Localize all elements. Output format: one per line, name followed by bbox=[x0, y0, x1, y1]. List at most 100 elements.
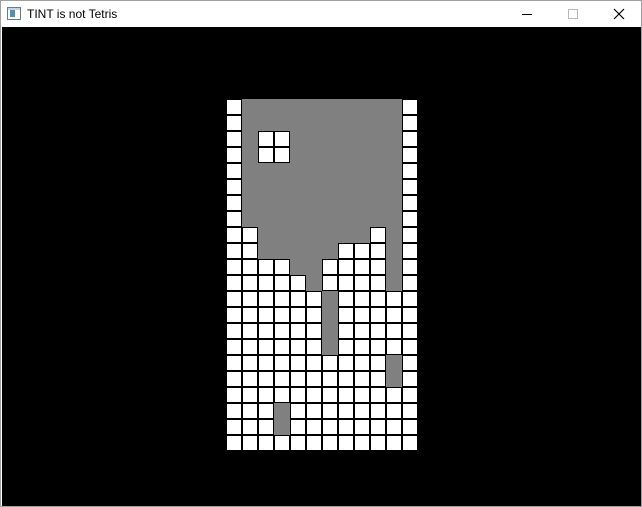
wall-block bbox=[226, 355, 242, 371]
block bbox=[370, 419, 386, 435]
block bbox=[290, 339, 306, 355]
block bbox=[338, 323, 354, 339]
block bbox=[242, 387, 258, 403]
block bbox=[354, 435, 370, 451]
block bbox=[370, 275, 386, 291]
block bbox=[306, 387, 322, 403]
minimize-button[interactable] bbox=[504, 1, 550, 27]
block bbox=[370, 355, 386, 371]
block bbox=[322, 403, 338, 419]
wall-block bbox=[402, 307, 418, 323]
block bbox=[370, 323, 386, 339]
block bbox=[290, 323, 306, 339]
block bbox=[354, 307, 370, 323]
block bbox=[274, 259, 290, 275]
block bbox=[242, 355, 258, 371]
block bbox=[386, 291, 402, 307]
wall-block bbox=[226, 403, 242, 419]
block bbox=[306, 307, 322, 323]
wall-block bbox=[402, 179, 418, 195]
wall-block bbox=[226, 419, 242, 435]
block bbox=[370, 259, 386, 275]
block bbox=[306, 339, 322, 355]
wall-block bbox=[226, 227, 242, 243]
block bbox=[386, 339, 402, 355]
block bbox=[322, 435, 338, 451]
block bbox=[258, 323, 274, 339]
block bbox=[322, 275, 338, 291]
block bbox=[306, 355, 322, 371]
block bbox=[290, 291, 306, 307]
block bbox=[258, 355, 274, 371]
block bbox=[306, 291, 322, 307]
title-bar[interactable]: TINT is not Tetris bbox=[1, 1, 641, 27]
close-button[interactable] bbox=[596, 1, 642, 27]
block bbox=[290, 419, 306, 435]
block bbox=[258, 403, 274, 419]
wall-block bbox=[226, 291, 242, 307]
block bbox=[322, 371, 338, 387]
block bbox=[338, 291, 354, 307]
block bbox=[274, 435, 290, 451]
block bbox=[338, 339, 354, 355]
block bbox=[306, 403, 322, 419]
wall-block bbox=[402, 227, 418, 243]
wall-block bbox=[226, 323, 242, 339]
block bbox=[370, 243, 386, 259]
wall-block bbox=[402, 243, 418, 259]
wall-block bbox=[226, 195, 242, 211]
block bbox=[338, 403, 354, 419]
wall-block bbox=[402, 115, 418, 131]
wall-block bbox=[402, 195, 418, 211]
block bbox=[354, 387, 370, 403]
block bbox=[258, 419, 274, 435]
block bbox=[370, 371, 386, 387]
block bbox=[354, 419, 370, 435]
block bbox=[258, 291, 274, 307]
block bbox=[242, 275, 258, 291]
block bbox=[274, 291, 290, 307]
block bbox=[274, 371, 290, 387]
block bbox=[274, 323, 290, 339]
block bbox=[242, 339, 258, 355]
wall-block bbox=[226, 387, 242, 403]
block bbox=[322, 387, 338, 403]
block bbox=[242, 371, 258, 387]
block bbox=[370, 339, 386, 355]
block bbox=[370, 403, 386, 419]
game-canvas[interactable] bbox=[2, 27, 641, 506]
block bbox=[258, 339, 274, 355]
wall-block bbox=[402, 99, 418, 115]
block bbox=[242, 435, 258, 451]
app-window: TINT is not Tetris bbox=[0, 0, 642, 507]
block bbox=[258, 307, 274, 323]
wall-block bbox=[226, 115, 242, 131]
block bbox=[242, 291, 258, 307]
block bbox=[322, 355, 338, 371]
wall-block bbox=[402, 259, 418, 275]
block bbox=[386, 387, 402, 403]
block bbox=[258, 259, 274, 275]
app-window-icon[interactable] bbox=[7, 7, 21, 20]
block bbox=[354, 339, 370, 355]
block bbox=[290, 435, 306, 451]
wall-block bbox=[226, 163, 242, 179]
block bbox=[354, 291, 370, 307]
block bbox=[306, 419, 322, 435]
wall-block bbox=[402, 323, 418, 339]
wall-block bbox=[226, 307, 242, 323]
maximize-button[interactable] bbox=[550, 1, 596, 27]
block bbox=[354, 371, 370, 387]
wall-block bbox=[402, 291, 418, 307]
block bbox=[370, 435, 386, 451]
block bbox=[370, 291, 386, 307]
block bbox=[354, 259, 370, 275]
block bbox=[258, 147, 274, 163]
wall-block bbox=[402, 147, 418, 163]
wall-block bbox=[402, 355, 418, 371]
wall-block bbox=[226, 275, 242, 291]
block bbox=[354, 403, 370, 419]
block bbox=[242, 323, 258, 339]
block bbox=[338, 355, 354, 371]
block bbox=[322, 259, 338, 275]
